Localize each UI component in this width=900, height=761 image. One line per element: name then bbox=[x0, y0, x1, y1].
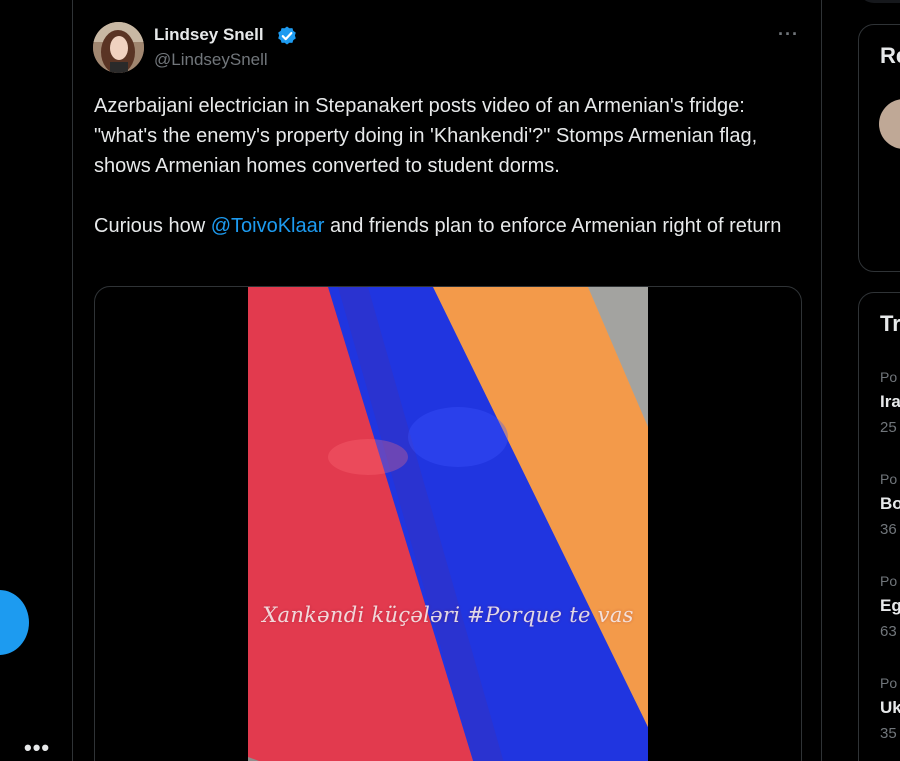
trend-category: Po bbox=[880, 369, 898, 385]
tweet-paragraph-2: Curious how @ToivoKlaar and friends plan… bbox=[94, 211, 794, 241]
armenian-flag-video-frame bbox=[248, 287, 648, 761]
trend-category: Po bbox=[880, 573, 898, 589]
tweet-text-after-mention: and friends plan to enforce Armenian rig… bbox=[324, 215, 782, 237]
recommended-title: Re bbox=[880, 43, 900, 68]
trend-category: Po bbox=[880, 675, 898, 691]
trend-count: 36 bbox=[880, 521, 897, 538]
avatar[interactable] bbox=[879, 99, 900, 149]
tweet-text-before-mention: Curious how bbox=[94, 215, 211, 237]
tweet-media-container[interactable]: Xankəndi küçələri #Porque te vas bbox=[94, 286, 802, 761]
trend-item[interactable]: Po Uk 35 bbox=[880, 675, 900, 742]
recommended-card: Re bbox=[858, 24, 900, 272]
trend-count: 25 bbox=[880, 419, 897, 436]
trends-title: Tr bbox=[880, 311, 900, 336]
tweet-paragraph-1: Azerbaijani electrician in Stepanakert p… bbox=[94, 95, 758, 177]
author-display-name[interactable]: Lindsey Snell bbox=[154, 25, 264, 45]
mention-link[interactable]: @ToivoKlaar bbox=[211, 215, 325, 237]
verified-badge-icon bbox=[276, 25, 298, 47]
video-caption: Xankəndi küçələri #Porque te vas bbox=[262, 603, 634, 627]
trend-item[interactable]: Po Eg 63 bbox=[880, 573, 900, 640]
trend-count: 35 bbox=[880, 725, 897, 742]
trend-item[interactable]: Po Bo 36 bbox=[880, 471, 900, 538]
trend-name: Bo bbox=[880, 494, 900, 513]
tweet-detail-column: Lindsey Snell @LindseySnell ··· Azerbaij… bbox=[72, 0, 822, 761]
trend-name: Eg bbox=[880, 596, 900, 615]
more-horizontal-icon[interactable]: ··· bbox=[778, 24, 799, 45]
video-player[interactable]: Xankəndi küçələri #Porque te vas bbox=[248, 287, 648, 761]
compose-post-button[interactable] bbox=[0, 590, 29, 655]
author-handle[interactable]: @LindseySnell bbox=[154, 50, 268, 70]
trends-card: Tr Po Ira 25 Po Bo 36 Po Eg 63 Po Uk 35 bbox=[858, 292, 900, 761]
trend-name: Ira bbox=[880, 392, 900, 411]
tweet-text: Azerbaijani electrician in Stepanakert p… bbox=[94, 91, 794, 241]
search-box[interactable] bbox=[858, 0, 900, 3]
trend-name: Uk bbox=[880, 698, 900, 717]
left-navigation-rail: ••• bbox=[0, 0, 72, 761]
trend-category: Po bbox=[880, 471, 898, 487]
trend-item[interactable]: Po Ira 25 bbox=[880, 369, 900, 436]
right-sidebar: Re Tr Po Ira 25 Po Bo 36 Po Eg 63 Po Uk … bbox=[858, 0, 900, 761]
avatar[interactable] bbox=[93, 22, 144, 73]
more-options-icon[interactable]: ••• bbox=[24, 737, 50, 759]
trend-count: 63 bbox=[880, 623, 897, 640]
